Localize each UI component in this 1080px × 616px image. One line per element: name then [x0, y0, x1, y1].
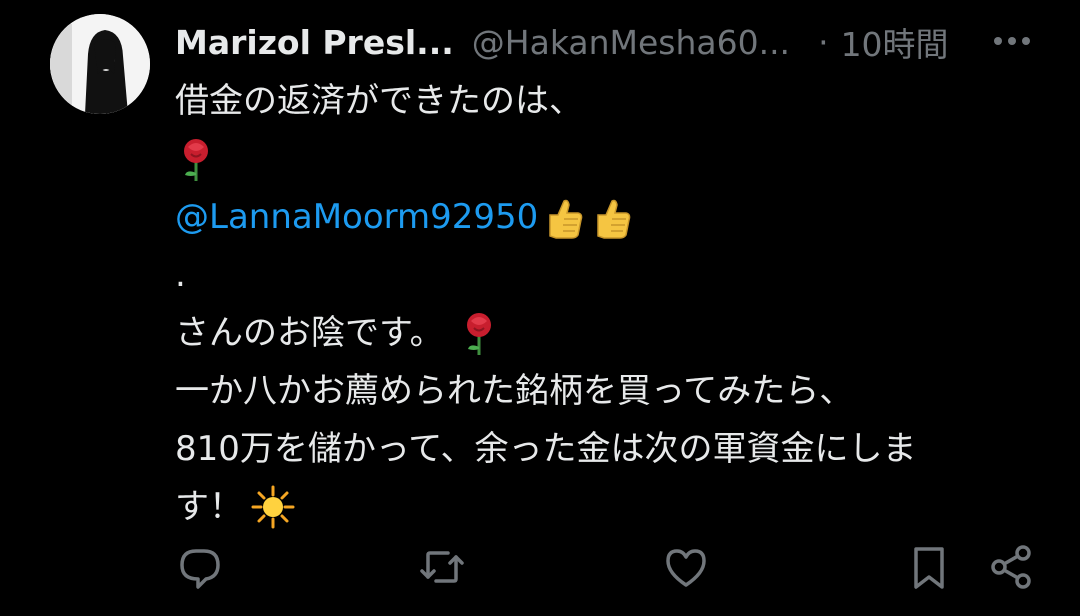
tweet-line: . — [175, 246, 1045, 304]
tweet-text: 一か八かお薦められた銘柄を買ってみたら、 — [175, 371, 854, 411]
tweet-line: 一か八かお薦められた銘柄を買ってみたら、 — [175, 362, 1045, 420]
rose-icon — [458, 309, 502, 357]
reply-icon[interactable] — [176, 543, 224, 591]
tweet-text: 810万を儲かって、余った金は次の軍資金にしま — [175, 429, 917, 469]
tweet-line: す！ — [175, 478, 1045, 536]
tweet-header: Marizol Presl... @HakanMesha60... · 10時間 — [175, 16, 949, 68]
sun-icon — [251, 483, 295, 531]
like-icon[interactable] — [662, 543, 710, 591]
display-name[interactable]: Marizol Presl... — [175, 23, 454, 62]
mention-link[interactable]: @LannaMoorm92950 — [175, 188, 538, 246]
tweet-text: す！ — [175, 487, 243, 527]
tweet-body: 借金の返済ができたのは、 @LannaMoorm92950 . さんのお陰です。… — [175, 72, 1045, 536]
tweet-line: @LannaMoorm92950 — [175, 188, 1045, 246]
tweet-text: さんのお陰です。 — [175, 313, 444, 353]
share-icon[interactable] — [987, 543, 1035, 591]
rose-icon — [175, 135, 219, 183]
thumbs-up-icon — [542, 193, 586, 241]
tweet-text: . — [175, 255, 186, 295]
action-bar — [0, 543, 1080, 593]
retweet-icon[interactable] — [418, 543, 466, 591]
thumbs-up-icon — [590, 193, 634, 241]
more-options-icon[interactable] — [992, 26, 1032, 56]
separator-dot: · — [818, 22, 829, 62]
handle[interactable]: @HakanMesha60... — [472, 23, 790, 62]
bookmark-icon[interactable] — [905, 543, 953, 591]
tweet-line: 810万を儲かって、余った金は次の軍資金にしま — [175, 420, 1045, 478]
tweet-line: さんのお陰です。 — [175, 304, 1045, 362]
tweet-line — [175, 130, 1045, 188]
tweet-line: 借金の返済ができたのは、 — [175, 72, 1045, 130]
avatar[interactable] — [50, 14, 150, 114]
timestamp[interactable]: 10時間 — [841, 18, 949, 66]
tweet-text: 借金の返済ができたのは、 — [175, 81, 583, 121]
